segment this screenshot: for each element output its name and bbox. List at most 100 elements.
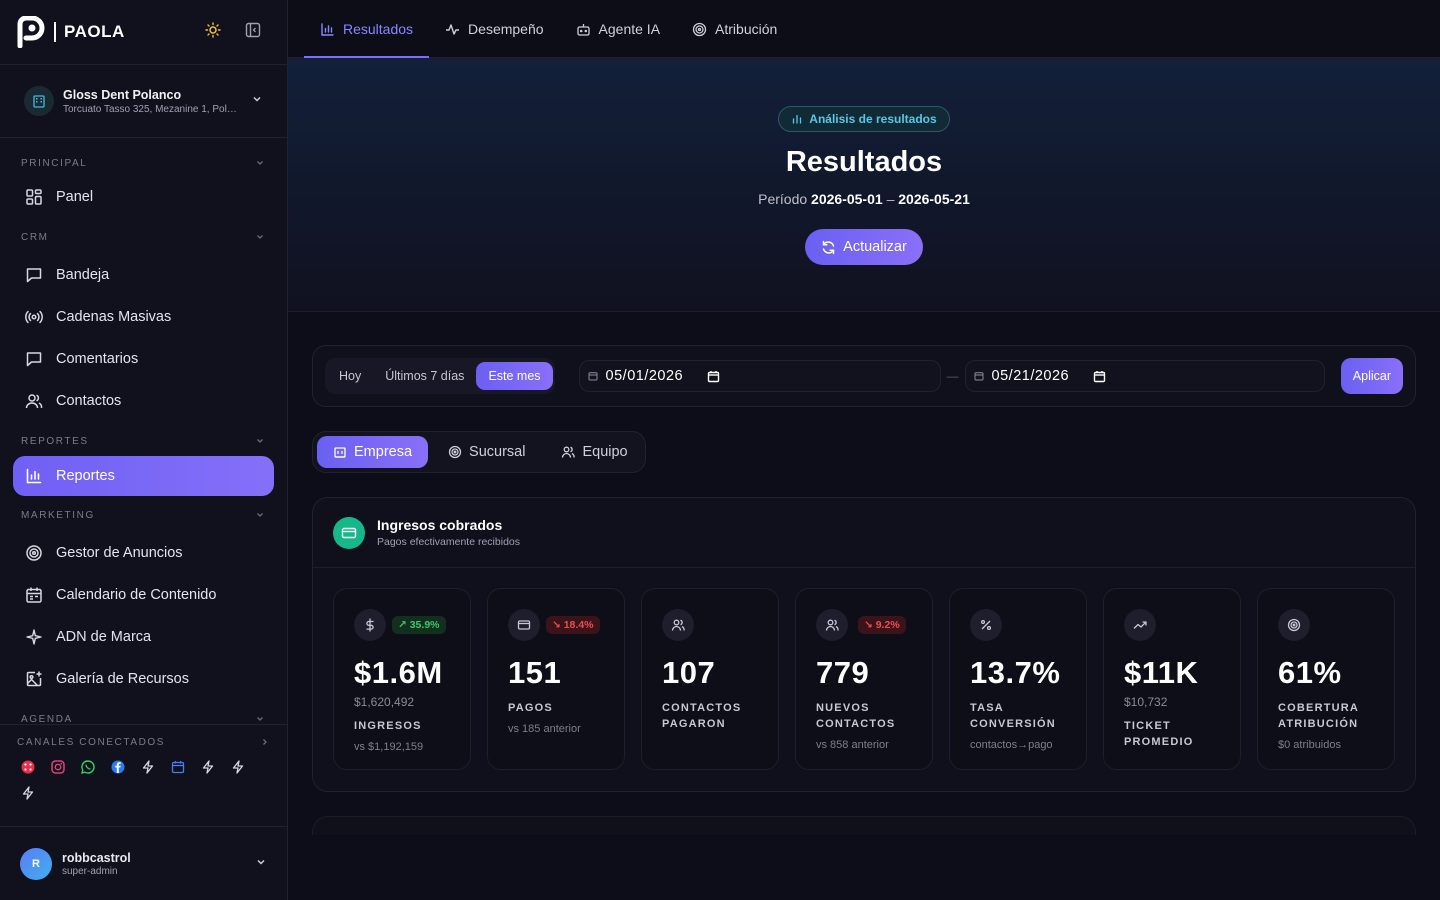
range-ultimos-7-button[interactable]: Últimos 7 días bbox=[373, 362, 476, 390]
metric-note: vs 858 anterior bbox=[816, 739, 889, 751]
lightning-icon[interactable] bbox=[231, 760, 245, 774]
collapse-sidebar-icon[interactable] bbox=[245, 22, 261, 43]
metric-value: 107 bbox=[662, 655, 716, 690]
apply-button[interactable]: Aplicar bbox=[1340, 358, 1403, 394]
user-name: robbcastrol bbox=[62, 850, 131, 865]
tab-desempeno[interactable]: Desempeño bbox=[429, 0, 560, 58]
metric-value: $1.6M bbox=[354, 655, 443, 690]
sun-icon[interactable] bbox=[205, 21, 221, 43]
chevron-right-icon[interactable] bbox=[260, 737, 270, 747]
metric-value: 151 bbox=[508, 655, 562, 690]
calendar-icon bbox=[26, 587, 42, 603]
metrics-row: ↗ 35.9% $1.6M $1,620,492 INGRESOS vs $1,… bbox=[313, 568, 1415, 790]
bar-chart-icon bbox=[26, 468, 42, 484]
section-reportes[interactable]: REPORTES bbox=[0, 430, 287, 452]
sidebar-item-reportes[interactable]: Reportes bbox=[13, 456, 274, 496]
metric-contactos-pagaron: 107 CONTACTOS PAGARON bbox=[641, 588, 779, 770]
building-icon bbox=[24, 86, 54, 116]
connected-channels: CANALES CONECTADOS bbox=[0, 724, 287, 826]
section-principal[interactable]: PRINCIPAL bbox=[0, 152, 287, 174]
users-icon bbox=[662, 609, 694, 641]
tab-atribucion[interactable]: Atribución bbox=[676, 0, 793, 58]
date-separator: — bbox=[946, 369, 959, 383]
paola-logo[interactable] bbox=[16, 15, 46, 49]
chevron-down-icon bbox=[257, 439, 263, 443]
section-crm[interactable]: CRM bbox=[0, 226, 287, 248]
bar-chart-icon bbox=[321, 22, 334, 36]
refresh-button[interactable]: Actualizar bbox=[805, 229, 923, 265]
lightning-icon[interactable] bbox=[21, 786, 35, 800]
dice-channel-icon[interactable] bbox=[21, 760, 35, 774]
trending-up-icon bbox=[1124, 609, 1156, 641]
sidebar-item-gestor-anuncios[interactable]: Gestor de Anuncios bbox=[13, 532, 274, 574]
avatar: R bbox=[20, 847, 52, 880]
range-este-mes-button[interactable]: Este mes bbox=[476, 362, 553, 390]
results-hero: Análisis de resultados Resultados Períod… bbox=[288, 58, 1440, 312]
revenue-card: Ingresos cobrados Pagos efectivamente re… bbox=[312, 497, 1416, 792]
tab-resultados[interactable]: Resultados bbox=[304, 0, 430, 58]
analysis-pill: Análisis de resultados bbox=[778, 106, 950, 132]
tab-label: Resultados bbox=[343, 21, 414, 37]
scope-sucursal-button[interactable]: Sucursal bbox=[432, 436, 541, 468]
whatsapp-icon[interactable] bbox=[81, 760, 95, 774]
period-range: Período 2026-05-01 – 2026-05-21 bbox=[758, 191, 970, 207]
org-address: Torcuato Tasso 325, Mezanine 1, Polanco bbox=[63, 103, 239, 115]
main-content: Resultados Desempeño Agente IA Atribució… bbox=[288, 0, 1440, 900]
metric-note: $0 atribuidos bbox=[1278, 739, 1341, 751]
metric-label: INGRESOS bbox=[354, 720, 422, 732]
end-date-input[interactable]: 05/21/2026 bbox=[964, 360, 1325, 392]
sidebar-item-galeria[interactable]: Galería de Recursos bbox=[13, 658, 274, 700]
chevron-down-icon bbox=[257, 235, 263, 239]
sparkle-icon bbox=[26, 629, 42, 645]
lightning-icon[interactable] bbox=[201, 760, 215, 774]
section-marketing[interactable]: MARKETING bbox=[0, 504, 287, 526]
bar-chart-icon bbox=[793, 114, 802, 124]
tab-label: Atribución bbox=[715, 21, 778, 37]
sidebar-item-adn-marca[interactable]: ADN de Marca bbox=[13, 616, 274, 658]
calendar-picker-icon[interactable] bbox=[707, 370, 720, 383]
tab-agente-ia[interactable]: Agente IA bbox=[560, 0, 677, 58]
channels-title: CANALES CONECTADOS bbox=[17, 737, 166, 748]
sidebar-item-contactos[interactable]: Contactos bbox=[13, 380, 274, 422]
sidebar-item-calendario[interactable]: Calendario de Contenido bbox=[13, 574, 274, 616]
metric-note: vs $1,192,159 bbox=[354, 741, 424, 753]
metric-value: 779 bbox=[816, 655, 870, 690]
organization-selector[interactable]: Gloss Dent Polanco Torcuato Tasso 325, M… bbox=[0, 65, 287, 138]
calendar-channel-icon[interactable] bbox=[171, 760, 185, 774]
page-bottom bbox=[288, 835, 1440, 900]
section-agenda[interactable]: AGENDA bbox=[0, 708, 287, 724]
scope-empresa-button[interactable]: Empresa bbox=[317, 436, 429, 468]
calendar-icon bbox=[974, 372, 984, 381]
bot-icon bbox=[576, 23, 590, 36]
tab-label: Desempeño bbox=[468, 21, 544, 37]
org-name: Gloss Dent Polanco bbox=[63, 87, 182, 102]
user-menu[interactable]: R robbcastrol super-admin bbox=[0, 826, 287, 900]
range-hoy-button[interactable]: Hoy bbox=[327, 362, 373, 390]
sidebar-item-label: Cadenas Masivas bbox=[56, 309, 172, 325]
metric-sub: $1,620,492 bbox=[354, 695, 415, 709]
user-role: super-admin bbox=[62, 865, 118, 877]
calendar-picker-icon[interactable] bbox=[1093, 370, 1106, 383]
card-subtitle: Pagos efectivamente recibidos bbox=[377, 536, 520, 548]
instagram-icon[interactable] bbox=[51, 760, 65, 774]
card-title: Ingresos cobrados bbox=[377, 517, 503, 533]
sidebar-item-cadenas-masivas[interactable]: Cadenas Masivas bbox=[13, 296, 274, 338]
sidebar-item-bandeja[interactable]: Bandeja bbox=[13, 254, 274, 296]
sidebar-item-label: Comentarios bbox=[56, 351, 139, 367]
sidebar-item-panel[interactable]: Panel bbox=[13, 176, 274, 218]
sidebar-item-label: Galería de Recursos bbox=[56, 671, 189, 687]
trend-badge: ↗ 35.9% bbox=[392, 616, 446, 634]
calendar-icon bbox=[588, 372, 598, 381]
dollar-icon bbox=[354, 609, 386, 641]
tab-label: Agente IA bbox=[598, 21, 661, 37]
facebook-icon[interactable] bbox=[111, 760, 125, 774]
scope-equipo-button[interactable]: Equipo bbox=[545, 436, 643, 468]
start-date-input[interactable]: 05/01/2026 bbox=[578, 360, 941, 392]
sidebar-item-label: ADN de Marca bbox=[56, 629, 152, 645]
sidebar-item-comentarios[interactable]: Comentarios bbox=[13, 338, 274, 380]
target-icon bbox=[448, 445, 462, 459]
metric-label: TASA CONVERSIÓN bbox=[970, 702, 1056, 730]
users-icon bbox=[816, 609, 848, 641]
metric-pagos: ↘ 18.4% 151 PAGOS vs 185 anterior bbox=[487, 588, 625, 770]
lightning-icon[interactable] bbox=[141, 760, 155, 774]
